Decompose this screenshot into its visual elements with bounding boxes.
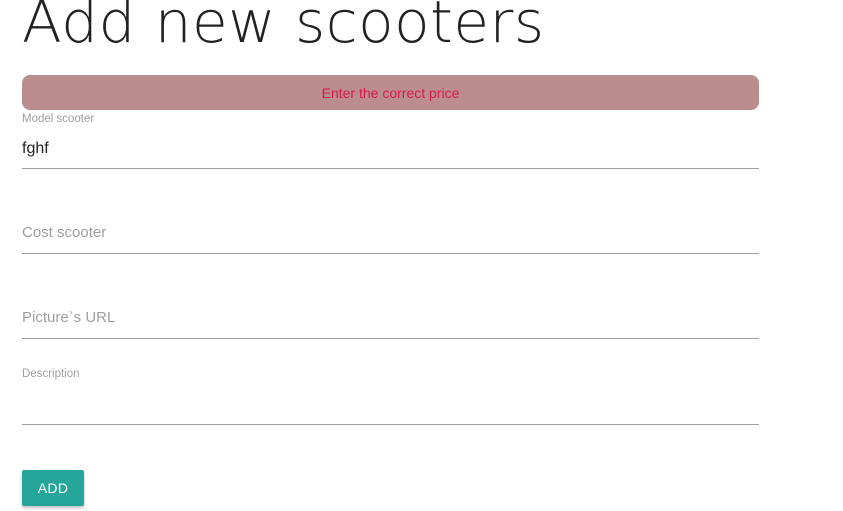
- picture-url-underline: [22, 338, 759, 339]
- cost-input[interactable]: [22, 222, 759, 252]
- cost-underline: [22, 253, 759, 254]
- error-message: Enter the correct price: [321, 84, 460, 101]
- model-field: Model scooter: [22, 112, 759, 170]
- picture-url-field: Picture`s URL: [22, 307, 759, 340]
- error-alert: Enter the correct price: [22, 75, 759, 110]
- description-underline: [22, 424, 759, 425]
- model-underline: [22, 168, 759, 169]
- description-field: Description: [22, 368, 759, 426]
- description-textarea[interactable]: [22, 390, 759, 420]
- add-scooter-page: Add new scooters Enter the correct price…: [0, 0, 843, 511]
- description-label: Description: [22, 368, 80, 380]
- page-title: Add new scooters: [22, 0, 545, 56]
- picture-url-input[interactable]: [22, 307, 759, 337]
- add-button[interactable]: ADD: [22, 470, 84, 506]
- cost-field: Cost scooter: [22, 222, 759, 255]
- model-input[interactable]: [22, 138, 759, 160]
- model-label: Model scooter: [22, 113, 95, 125]
